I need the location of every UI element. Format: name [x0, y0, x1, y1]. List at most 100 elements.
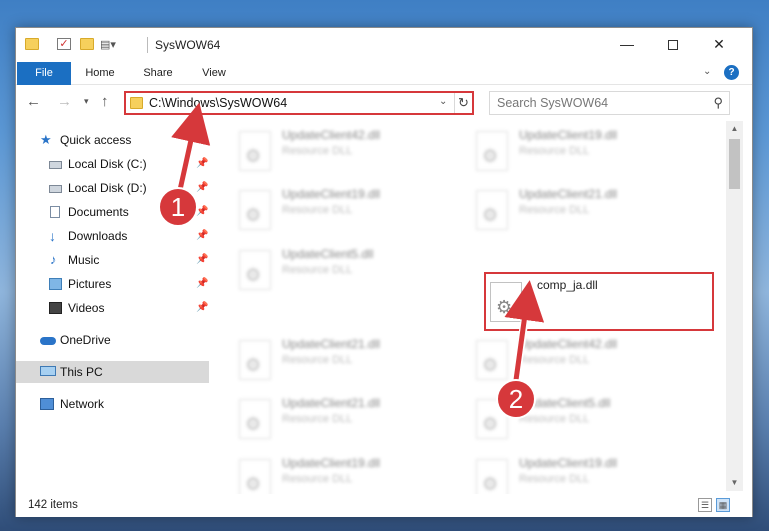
- file-type: Resource DLL: [282, 354, 353, 366]
- maximize-button[interactable]: [650, 28, 696, 60]
- dll-file-icon: ⚙: [239, 340, 271, 380]
- file-type: Resource DLL: [519, 145, 590, 157]
- file-name: UpdateClient19.dll: [282, 187, 381, 201]
- gear-icon: ⚙: [245, 205, 262, 225]
- tab-file[interactable]: File: [17, 62, 71, 85]
- close-button[interactable]: ✕: [696, 28, 742, 60]
- title-bar: ✓ ▤▾ SysWOW64 — ✕: [16, 28, 752, 62]
- forward-arrow-icon[interactable]: →: [57, 93, 72, 110]
- music-icon: ♪: [50, 252, 57, 267]
- file-name: UpdateClient19.dll: [282, 456, 381, 470]
- file-item[interactable]: ⚙ UpdateClient5.dll Resource DLL: [239, 244, 469, 298]
- file-name: UpdateClient19.dll: [519, 128, 618, 142]
- refresh-icon[interactable]: ↻: [454, 93, 472, 113]
- sidebar-item-local-disk-c[interactable]: Local Disk (C:) 📌: [16, 153, 209, 175]
- videos-icon: [49, 302, 62, 314]
- dll-file-icon: ⚙: [239, 399, 271, 439]
- file-list: ⚙ UpdateClient42.dll Resource DLL ⚙ Upda…: [219, 121, 726, 499]
- new-folder-icon[interactable]: [80, 38, 94, 50]
- dll-file-icon: ⚙: [239, 190, 271, 230]
- file-name: UpdateClient21.dll: [282, 337, 381, 351]
- dll-file-icon: ⚙: [239, 250, 271, 290]
- gear-icon: ⚙: [482, 414, 499, 434]
- tab-view[interactable]: View: [192, 62, 236, 85]
- dll-file-icon: ⚙: [239, 131, 271, 171]
- details-view-icon[interactable]: ☰: [698, 498, 712, 512]
- file-type: Resource DLL: [519, 354, 590, 366]
- sidebar-item-label: Local Disk (D:): [68, 181, 147, 195]
- file-item[interactable]: ⚙ UpdateClient21.dll Resource DLL: [239, 393, 469, 447]
- scroll-down-icon[interactable]: ▼: [726, 475, 743, 491]
- pin-icon[interactable]: 📌: [196, 225, 208, 247]
- folder-icon[interactable]: [25, 38, 39, 50]
- pin-icon[interactable]: 📌: [196, 249, 208, 271]
- large-icons-view-icon[interactable]: ▦: [716, 498, 730, 512]
- pin-icon[interactable]: 📌: [196, 273, 208, 295]
- tab-share[interactable]: Share: [136, 62, 180, 85]
- sidebar-item-videos[interactable]: Videos 📌: [16, 297, 209, 319]
- download-icon: ↓: [49, 228, 56, 244]
- documents-icon: [50, 206, 60, 218]
- search-box[interactable]: Search SysWOW64 ⚲: [489, 91, 730, 115]
- drive-icon: [49, 161, 62, 169]
- navigation-bar: ← → ▾ ↑ C:\Windows\SysWOW64 ⌄ ↻ Search S…: [16, 86, 752, 120]
- file-type: Resource DLL: [282, 204, 353, 216]
- annotation-badge-2: 2: [496, 379, 536, 419]
- properties-icon[interactable]: ✓: [57, 38, 71, 50]
- pin-icon[interactable]: 📌: [196, 297, 208, 319]
- file-item[interactable]: ⚙ UpdateClient19.dll Resource DLL: [476, 125, 706, 179]
- minimize-button[interactable]: —: [604, 28, 650, 60]
- gear-icon: ⚙: [245, 474, 262, 494]
- search-placeholder[interactable]: Search SysWOW64: [497, 96, 608, 110]
- sidebar-item-onedrive[interactable]: OneDrive: [16, 329, 209, 351]
- search-icon[interactable]: ⚲: [713, 95, 723, 111]
- address-path[interactable]: C:\Windows\SysWOW64: [149, 96, 287, 110]
- navigation-pane: ★ Quick access Local Disk (C:) 📌 Local D…: [16, 121, 209, 491]
- scroll-thumb[interactable]: [729, 139, 740, 189]
- expand-ribbon-icon[interactable]: ⌄: [703, 66, 711, 77]
- file-item[interactable]: ⚙ UpdateClient19.dll Resource DLL: [239, 184, 469, 238]
- cloud-icon: [40, 337, 56, 345]
- title-separator: [147, 37, 148, 53]
- annotation-badge-1: 1: [158, 187, 198, 227]
- file-item[interactable]: ⚙ UpdateClient21.dll Resource DLL: [239, 334, 469, 388]
- file-name: UpdateClient42.dll: [519, 337, 618, 351]
- sidebar-item-this-pc[interactable]: This PC: [16, 361, 209, 383]
- pin-icon[interactable]: 📌: [196, 177, 208, 199]
- pin-icon[interactable]: 📌: [196, 153, 208, 175]
- drive-icon: [49, 185, 62, 193]
- maximize-icon: [668, 40, 678, 51]
- scroll-up-icon[interactable]: ▲: [726, 121, 743, 137]
- sidebar-item-pictures[interactable]: Pictures 📌: [16, 273, 209, 295]
- file-type: Resource DLL: [282, 473, 353, 485]
- file-item[interactable]: ⚙ UpdateClient21.dll Resource DLL: [476, 184, 706, 238]
- address-dropdown-icon[interactable]: ⌄: [439, 96, 447, 107]
- sidebar-item-downloads[interactable]: ↓ Downloads 📌: [16, 225, 209, 247]
- vertical-scrollbar[interactable]: ▲ ▼: [726, 121, 743, 491]
- gear-icon: ⚙: [482, 146, 499, 166]
- customize-quick-access-icon[interactable]: ▤▾: [100, 38, 116, 51]
- file-type: Resource DLL: [282, 145, 353, 157]
- up-arrow-icon[interactable]: ↑: [101, 93, 109, 110]
- gear-icon: ⚙: [482, 205, 499, 225]
- address-bar[interactable]: C:\Windows\SysWOW64 ⌄ ↻: [124, 91, 474, 115]
- sidebar-item-label: Quick access: [60, 133, 132, 147]
- back-arrow-icon[interactable]: ←: [26, 93, 41, 110]
- file-type: Resource DLL: [519, 413, 590, 425]
- window-title: SysWOW64: [155, 38, 221, 52]
- sidebar-item-network[interactable]: Network: [16, 393, 209, 415]
- gear-icon: ⚙: [245, 265, 262, 285]
- sidebar-item-quick-access[interactable]: ★ Quick access: [16, 129, 209, 151]
- help-icon[interactable]: ?: [724, 65, 739, 80]
- sidebar-item-music[interactable]: ♪ Music 📌: [16, 249, 209, 271]
- file-type: Resource DLL: [282, 413, 353, 425]
- sidebar-item-label: Local Disk (C:): [68, 157, 147, 171]
- dll-file-icon: ⚙: [476, 459, 508, 499]
- tab-home[interactable]: Home: [78, 62, 122, 85]
- dll-file-icon: ⚙: [476, 131, 508, 171]
- dll-file-icon: ⚙: [476, 340, 508, 380]
- recent-locations-icon[interactable]: ▾: [84, 96, 89, 107]
- status-bar: 142 items ☰ ▦: [16, 494, 752, 517]
- item-count: 142 items: [28, 499, 78, 511]
- file-item[interactable]: ⚙ UpdateClient42.dll Resource DLL: [239, 125, 469, 179]
